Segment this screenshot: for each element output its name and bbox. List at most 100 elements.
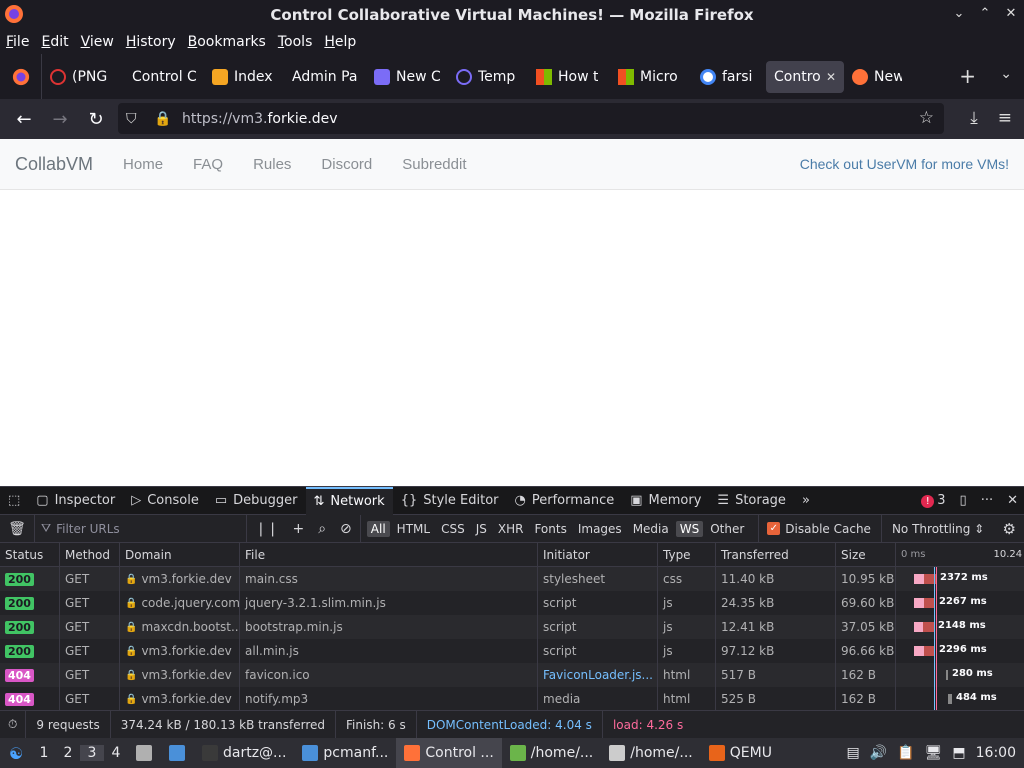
menu-tools[interactable]: Tools (278, 34, 319, 50)
type-fonts[interactable]: Fonts (530, 521, 570, 537)
taskbar-window-3[interactable]: /home/... (502, 738, 601, 768)
tab-storage[interactable]: ☰ Storage (709, 487, 794, 515)
checkbox-checked-icon[interactable]: ✓ (767, 522, 781, 535)
type-html[interactable]: HTML (393, 521, 434, 537)
taskbar-window-4[interactable]: /home/... (601, 738, 700, 768)
type-css[interactable]: CSS (437, 521, 469, 537)
menu-help[interactable]: Help (324, 34, 362, 50)
tab-debugger[interactable]: ▭ Debugger (207, 487, 306, 515)
type-other[interactable]: Other (706, 521, 748, 537)
taskbar-window-0[interactable]: dartz@... (194, 738, 294, 768)
tab-index[interactable]: Index (204, 61, 284, 93)
tab-micro[interactable]: Micro (610, 61, 692, 93)
close-devtools-icon[interactable]: ✕ (1007, 493, 1018, 508)
search-icon[interactable]: ⌕ (318, 521, 326, 537)
forward-button[interactable]: → (42, 109, 78, 130)
table-row[interactable]: 200 GET 🔒 maxcdn.bootst... bootstrap.min.js s… (0, 615, 1024, 639)
gear-icon[interactable]: ⚙ (1003, 520, 1016, 538)
tab-new-c[interactable]: New C (366, 61, 448, 93)
clipboard-icon[interactable]: 📋 (897, 745, 914, 761)
reload-button[interactable]: ↻ (78, 109, 114, 130)
site-link-faq[interactable]: FAQ (193, 156, 223, 173)
add-icon[interactable]: + (292, 521, 304, 537)
tab-how-t[interactable]: How t (528, 61, 610, 93)
type-media[interactable]: Media (629, 521, 673, 537)
col-status[interactable]: Status (0, 542, 60, 567)
close-window-button[interactable]: ✕ (1004, 6, 1018, 21)
volume-icon[interactable]: 🔊 (870, 745, 887, 761)
tab-memory[interactable]: ▣ Memory (622, 487, 709, 515)
uservm-link[interactable]: Check out UserVM for more VMs! (800, 156, 1009, 172)
site-link-home[interactable]: Home (123, 156, 163, 173)
stopwatch-icon[interactable]: ⏱ (0, 710, 27, 739)
pause-icon[interactable]: ❘❘ (255, 521, 278, 537)
workspace-2[interactable]: 2 (56, 745, 80, 761)
tab-performance[interactable]: ◔ Performance (507, 487, 623, 515)
col-transferred[interactable]: Transferred (716, 542, 836, 567)
filter-urls-input[interactable]: ⛛ Filter URLs (34, 514, 246, 543)
table-row[interactable]: 200 GET 🔒 vm3.forkie.dev main.css stylesheet c… (0, 567, 1024, 591)
taskbar-window-2[interactable]: Control ... (396, 738, 502, 768)
update-icon[interactable]: ⬒ (952, 745, 965, 761)
tab-console[interactable]: ▷ Console (123, 487, 207, 515)
site-link-discord[interactable]: Discord (321, 156, 372, 173)
start-menu-icon[interactable]: ☯ (0, 744, 32, 763)
bookmark-star-icon[interactable]: ☆ (919, 108, 934, 128)
tab-png[interactable]: (PNG (42, 61, 124, 93)
type-ws[interactable]: WS (675, 520, 704, 537)
tab-new-t[interactable]: New T (844, 61, 910, 93)
table-row[interactable]: 200 GET 🔒 code.jquery.com jquery-3.2.1.slim.… (0, 591, 1024, 615)
table-row[interactable]: 404 GET 🔒 vm3.forkie.dev notify.mp3 media html… (0, 687, 1024, 711)
tab-inspector[interactable]: ▢ Inspector (28, 487, 123, 515)
row-initiator[interactable]: FaviconLoader.js... (538, 663, 658, 687)
desktop-launcher-icon[interactable] (165, 738, 194, 768)
tab-farsi[interactable]: farsi (692, 61, 766, 93)
url-bar[interactable]: ⛉ 🔒 https://vm3.forkie.dev ☆ (118, 103, 944, 134)
tab-contro-active[interactable]: Contro ✕ (766, 60, 844, 93)
site-brand[interactable]: CollabVM (15, 154, 93, 175)
disable-cache-toggle[interactable]: ✓ Disable Cache (758, 514, 871, 543)
shield-icon[interactable]: ⛉ (126, 111, 146, 127)
table-row[interactable]: 404 GET 🔒 vm3.forkie.dev favicon.ico FaviconL… (0, 663, 1024, 687)
type-images[interactable]: Images (574, 521, 626, 537)
list-all-tabs-icon[interactable]: ⌄ (1000, 66, 1012, 82)
menu-bookmarks[interactable]: Bookmarks (188, 34, 272, 50)
downloads-icon[interactable]: ⤓ (970, 108, 978, 128)
menu-file[interactable]: File (6, 34, 35, 50)
clear-trash-icon[interactable]: 🗑 (0, 521, 34, 537)
new-tab-button[interactable]: + (959, 64, 976, 88)
tab-admin-pa[interactable]: Admin Pa (284, 61, 366, 93)
col-waterfall[interactable]: 0 ms 10.24 (896, 543, 1024, 567)
site-link-subreddit[interactable]: Subreddit (402, 156, 466, 173)
close-tab-icon[interactable]: ✕ (826, 70, 836, 84)
tab-network[interactable]: ⇅ Network (305, 486, 393, 515)
col-domain[interactable]: Domain (120, 542, 240, 567)
col-type[interactable]: Type (658, 542, 716, 567)
col-method[interactable]: Method (60, 542, 120, 567)
tab-style-editor[interactable]: {} Style Editor (393, 487, 507, 515)
package-icon[interactable]: ▤ (847, 745, 860, 761)
maximize-button[interactable]: ⌃ (978, 6, 992, 21)
more-options-icon[interactable]: ··· (981, 493, 993, 508)
menu-hamburger-icon[interactable]: ≡ (998, 108, 1012, 128)
minimize-button[interactable]: ⌄ (952, 6, 966, 21)
type-xhr[interactable]: XHR (494, 521, 528, 537)
workspace-1[interactable]: 1 (32, 745, 56, 761)
taskbar-window-1[interactable]: pcmanf... (294, 738, 396, 768)
block-icon[interactable]: ⊘ (340, 521, 352, 537)
col-file[interactable]: File (240, 542, 538, 567)
col-size[interactable]: Size (836, 542, 896, 567)
back-button[interactable]: ← (6, 109, 42, 130)
site-link-rules[interactable]: Rules (253, 156, 291, 173)
firefox-view-button[interactable] (0, 54, 42, 99)
type-all[interactable]: All (366, 520, 390, 537)
type-js[interactable]: JS (472, 521, 491, 537)
menu-view[interactable]: View (81, 34, 120, 50)
menu-edit[interactable]: Edit (41, 34, 74, 50)
menu-history[interactable]: History (126, 34, 182, 50)
taskbar-window-5[interactable]: QEMU (701, 738, 780, 768)
element-picker-icon[interactable]: ⬚ (0, 487, 28, 515)
col-initiator[interactable]: Initiator (538, 542, 658, 567)
tab-control-c[interactable]: Control C (124, 61, 204, 93)
error-count[interactable]: ! 3 (921, 493, 946, 508)
